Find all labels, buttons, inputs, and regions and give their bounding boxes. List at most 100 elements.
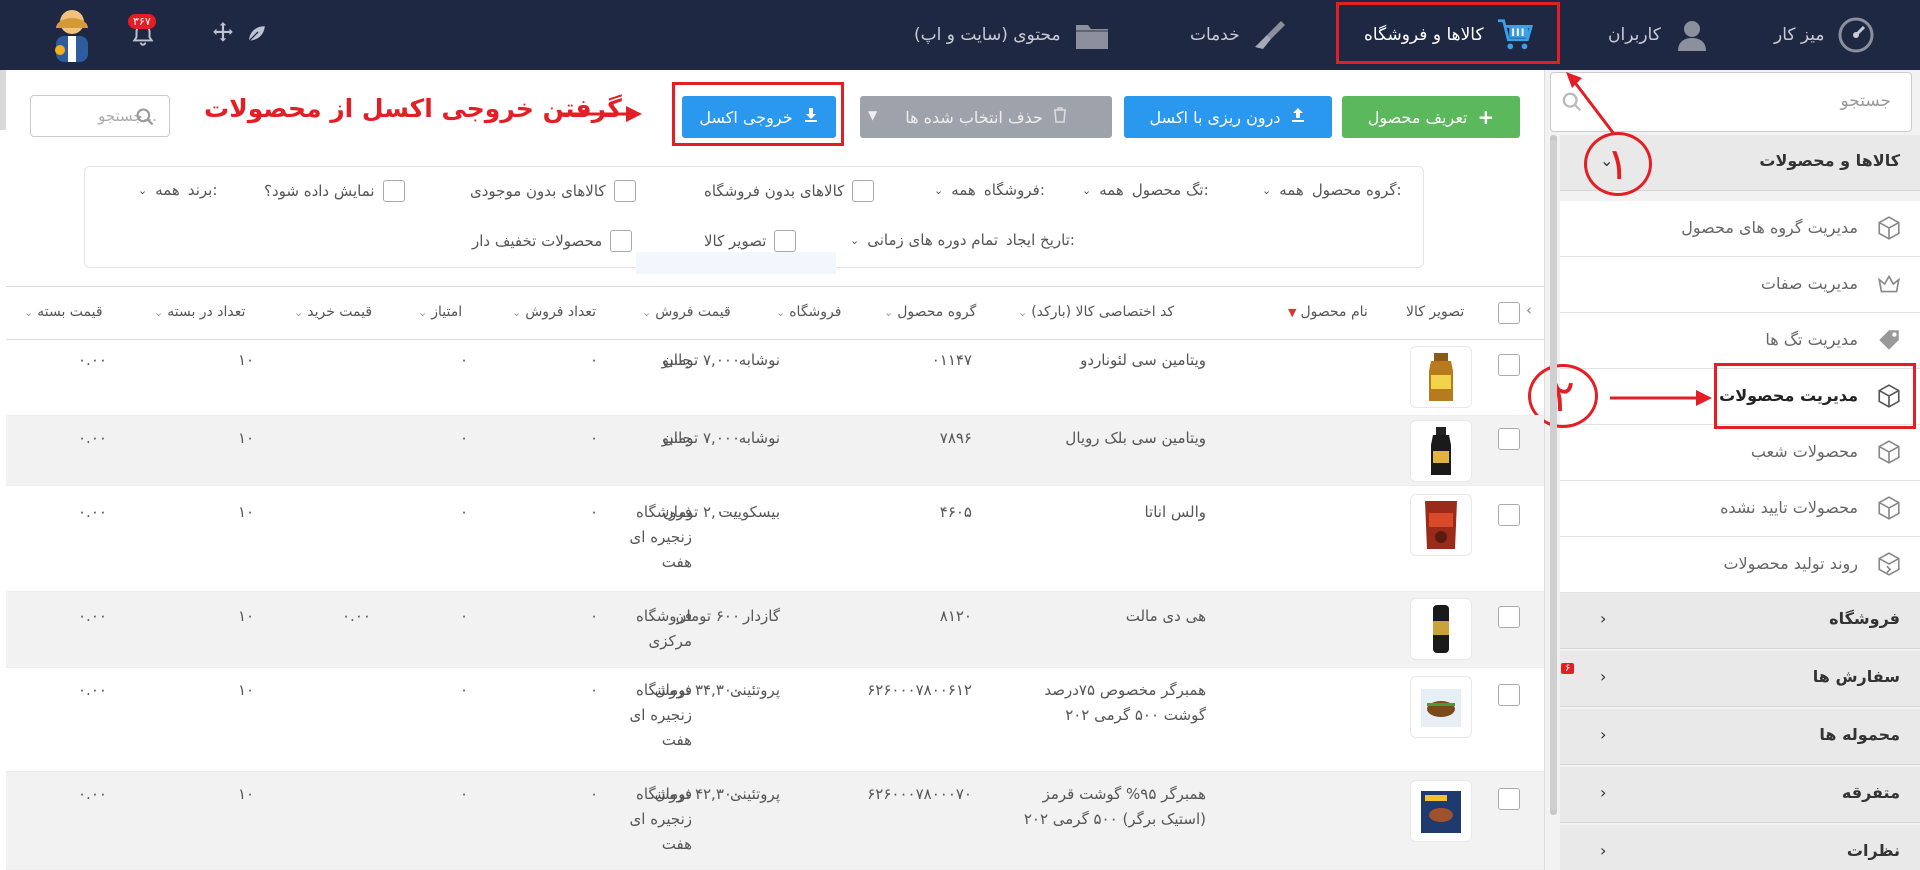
sidebar-item-unapproved[interactable]: محصولات تایید نشده: [1560, 481, 1920, 537]
cell-name: ویتامین سی بلک رویال: [1065, 429, 1206, 447]
chevron-left-icon[interactable]: ‹: [1526, 301, 1532, 319]
table-scrollbar[interactable]: [1550, 140, 1557, 810]
sidebar-search-placeholder: جستجو: [1840, 91, 1891, 111]
checkbox[interactable]: [774, 230, 797, 252]
leaf-icon[interactable]: [244, 20, 270, 50]
sidebar-item-tags[interactable]: مدیریت تگ ها: [1560, 313, 1920, 369]
checkbox[interactable]: [852, 180, 875, 202]
sidebar-item-branch-products[interactable]: محصولات شعب: [1560, 425, 1920, 481]
annotation-arrow-2: [1610, 390, 1712, 406]
tag-icon: [1876, 327, 1902, 353]
filter-product-image[interactable]: تصویر کالا: [704, 230, 797, 252]
define-product-button[interactable]: تعریف محصول +: [1342, 96, 1520, 138]
table-row[interactable]: والس اناتا ۴۶۰۵ بیسکوییت فروشگاه زنجیره …: [6, 486, 1544, 592]
cell-code: ۴۶۰۵: [939, 503, 972, 521]
filter-no-stock[interactable]: کالاهای بدون موجودی: [470, 180, 636, 202]
header-code[interactable]: کد اختصاصی کالا (بارکد)⌄: [1018, 304, 1174, 320]
checkbox[interactable]: [613, 180, 636, 202]
filter-brand[interactable]: ⌄ همه برند:: [138, 181, 217, 199]
delete-selected-button[interactable]: حذف انتخاب شده ها: [860, 96, 1112, 138]
header-buy-price[interactable]: قیمت خرید⌄: [294, 304, 372, 320]
header-sales-count[interactable]: تعداد فروش⌄: [512, 304, 596, 320]
export-excel-button[interactable]: خروجی اکسل: [682, 96, 836, 138]
row-checkbox[interactable]: [1498, 684, 1520, 706]
header-pack-price[interactable]: قیمت بسته⌄: [24, 304, 103, 320]
nav-users-label: کاربران: [1608, 25, 1661, 45]
product-thumbnail: [1410, 676, 1472, 738]
cell-code: ۶۲۶۰۰۰۷۸۰۰۶۱۲: [867, 681, 972, 699]
header-name[interactable]: نام محصول▼: [1288, 304, 1368, 320]
table-row[interactable]: هی دی مالت ۸۱۲۰ گازدار فروشگاه مرکزی ۶۰۰…: [6, 592, 1544, 668]
cell-group: نوشابه: [738, 351, 780, 369]
header-pack-count[interactable]: تعداد در بسته⌄: [154, 304, 245, 320]
cell-sales-count: ۰: [590, 503, 599, 521]
filter-created-date[interactable]: ⌄ تمام دوره های زمانی تاریخ ایجاد:: [850, 231, 1075, 249]
cart-icon: [1496, 16, 1534, 54]
header-store[interactable]: فروشگاه⌄: [776, 304, 841, 320]
row-checkbox[interactable]: [1498, 788, 1520, 810]
filter-store[interactable]: ⌄ همه فروشگاه:: [934, 181, 1045, 199]
filter-value: همه: [1099, 181, 1124, 199]
cell-pack-price: ۰.۰۰: [78, 785, 107, 803]
table-row[interactable]: همبرگر ۹۵% گوشت قرمز (استیک برگر) ۵۰۰ گر…: [6, 772, 1544, 870]
row-checkbox[interactable]: [1498, 504, 1520, 526]
row-checkbox[interactable]: [1498, 428, 1520, 450]
cell-group: نوشابه: [738, 429, 780, 447]
sidebar-item-label: محصولات تایید نشده: [1720, 498, 1858, 517]
sidebar-section-misc[interactable]: متفرقه ›: [1560, 767, 1920, 823]
cell-pack-count: ۱۰: [238, 607, 255, 625]
upload-icon: [1290, 107, 1306, 127]
header-sale-price[interactable]: قیمت فروش⌄: [642, 304, 731, 320]
nav-services[interactable]: خدمات: [1190, 0, 1290, 70]
cell-buy-price: ۰.۰۰: [342, 607, 371, 625]
chevron-right-icon: ›: [1600, 841, 1607, 860]
checkbox[interactable]: [610, 230, 633, 252]
brush-icon: [1252, 16, 1290, 54]
sidebar-section-shipments[interactable]: محموله ها ›: [1560, 709, 1920, 765]
cell-code: ۷۸۹۶: [939, 429, 972, 447]
cell-pack-price: ۰.۰۰: [78, 607, 107, 625]
row-checkbox[interactable]: [1498, 354, 1520, 376]
table-row[interactable]: ویتامین سی بلک رویال ۷۸۹۶ نوشابه جانبو ۷…: [6, 416, 1544, 486]
cell-name: همبرگر ۹۵% گوشت قرمز (استیک برگر) ۵۰۰ گر…: [1023, 785, 1206, 828]
table-row[interactable]: همبرگر مخصوص ۷۵درصد گوشت ۵۰۰ گرمی ۲۰۲ ۶۲…: [6, 668, 1544, 772]
nav-dashboard[interactable]: میز کار: [1774, 0, 1875, 70]
sidebar-section-store[interactable]: فروشگاه ›: [1560, 593, 1920, 649]
delete-dropdown-caret[interactable]: ▼: [868, 108, 877, 122]
cell-score: ۰: [460, 681, 469, 699]
table-search-input[interactable]: جستجو...: [30, 95, 170, 137]
filter-discounted[interactable]: محصولات تخفیف دار: [472, 230, 633, 252]
sidebar-item-production-flow[interactable]: روند تولید محصولات: [1560, 537, 1920, 593]
move-icon[interactable]: [210, 20, 236, 50]
header-score[interactable]: امتیاز⌄: [418, 304, 462, 320]
nav-content[interactable]: محتوی (سایت و اپ): [914, 0, 1111, 70]
sidebar-item-attributes[interactable]: مدیریت صفات: [1560, 257, 1920, 313]
trash-icon: [1053, 107, 1067, 127]
filter-label: تاریخ ایجاد:: [1006, 231, 1075, 249]
dropdown-caret-icon: ⌄: [138, 183, 148, 197]
filter-product-tag[interactable]: ⌄ همه تگ محصول:: [1082, 181, 1209, 199]
header-group[interactable]: گروه محصول⌄: [884, 304, 976, 320]
cell-sale-price: ۲,۰۰۰ تومان: [662, 503, 740, 521]
checkbox[interactable]: [382, 180, 405, 202]
filter-product-group[interactable]: ⌄ همه گروه محصول:: [1262, 181, 1402, 199]
nav-users[interactable]: کاربران: [1608, 0, 1711, 70]
sidebar-section-comments[interactable]: نظرات ›: [1560, 825, 1920, 870]
filter-value: همه: [1279, 181, 1304, 199]
cell-pack-price: ۰.۰۰: [78, 351, 107, 369]
select-all-checkbox[interactable]: [1498, 302, 1520, 324]
row-checkbox[interactable]: [1498, 606, 1520, 628]
filter-no-store[interactable]: کالاهای بدون فروشگاه: [704, 180, 875, 202]
sidebar-section-orders[interactable]: سفارش ها › ۶: [1560, 651, 1920, 707]
sidebar-item-product-groups[interactable]: مدیریت گروه های محصول: [1560, 201, 1920, 257]
dropdown-caret-icon: ⌄: [934, 183, 944, 197]
annotation-box-products: [1714, 363, 1916, 429]
filter-show[interactable]: نمایش داده شود؟: [264, 180, 405, 202]
users-icon: [1673, 16, 1711, 54]
user-avatar[interactable]: [48, 6, 96, 64]
annotation-number: ۱: [1606, 138, 1630, 190]
import-excel-button[interactable]: درون ریزی با اکسل: [1124, 96, 1332, 138]
table-row[interactable]: ویتامین سی لئوناردو ۰۱۱۴۷ نوشابه جانبو ۷…: [6, 340, 1544, 416]
nav-products-store[interactable]: کالاها و فروشگاه: [1364, 0, 1534, 70]
cell-name: همبرگر مخصوص ۷۵درصد گوشت ۵۰۰ گرمی ۲۰۲: [1044, 681, 1206, 724]
